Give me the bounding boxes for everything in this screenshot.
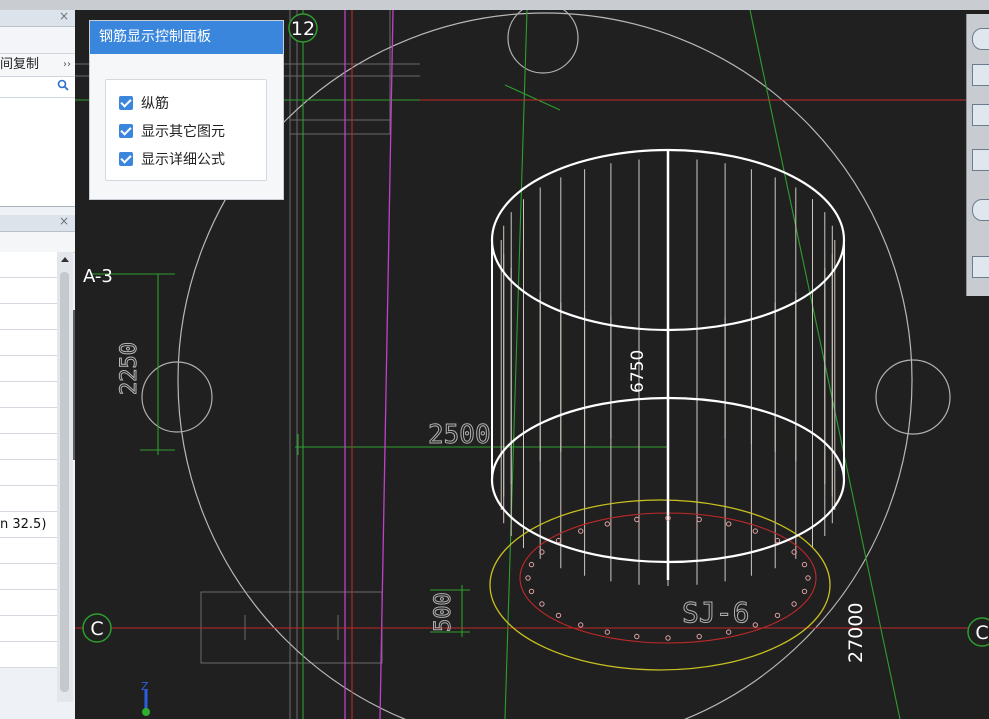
rotate-icon[interactable] (972, 199, 989, 221)
property-row[interactable] (0, 408, 57, 434)
property-row[interactable] (0, 538, 57, 564)
layer-panel-icon[interactable] (972, 256, 989, 278)
view-iso-icon[interactable] (972, 149, 989, 171)
property-row[interactable] (0, 304, 57, 330)
property-row[interactable] (0, 564, 57, 590)
pane2-header: × (0, 214, 75, 232)
pane1-close-button[interactable]: × (59, 10, 69, 23)
property-row[interactable] (0, 642, 57, 668)
properties-scrollbar[interactable] (57, 252, 73, 702)
property-row[interactable] (0, 356, 57, 382)
checkbox-checked-icon[interactable] (119, 152, 133, 166)
svg-text:C: C (90, 618, 103, 640)
axis-bubble-12[interactable]: 12 (288, 13, 318, 43)
pane2-close-button[interactable]: × (59, 214, 69, 228)
svg-text:C: C (975, 622, 988, 644)
dim-6750: 6750 (628, 350, 648, 393)
left-dock-panel: × 间复制 ›› × n 32.5) (0, 10, 76, 719)
copy-label: 间复制 (0, 57, 40, 72)
property-row[interactable] (0, 616, 57, 642)
checkbox-checked-icon[interactable] (119, 96, 133, 110)
checkbox-checked-icon[interactable] (119, 124, 133, 138)
rebar-display-control-panel: 钢筋显示控制面板 纵筋 显示其它图元 显示详细公式 (89, 20, 284, 200)
properties-grid: n 32.5) (0, 252, 57, 668)
orbit-sphere-icon[interactable] (972, 28, 989, 50)
pane1-toolbar (0, 27, 75, 54)
option-label: 显示其它图元 (141, 124, 225, 140)
component-list[interactable] (0, 98, 75, 207)
control-panel-options: 纵筋 显示其它图元 显示详细公式 (105, 79, 267, 181)
svg-text:A-3: A-3 (83, 266, 113, 287)
component-label-sj6: SJ-6 (682, 596, 749, 629)
view-front-icon[interactable] (972, 104, 989, 126)
dim-2250: 2250 (117, 342, 142, 395)
scroll-thumb[interactable] (60, 272, 69, 692)
property-row[interactable] (0, 590, 57, 616)
dim-27000: 27000 (845, 603, 867, 663)
property-row[interactable] (0, 382, 57, 408)
axis-bubble-c-right[interactable]: C (967, 617, 989, 647)
component-search-input[interactable] (0, 77, 75, 98)
dim-2500: 2500 (428, 420, 491, 450)
option-show-detailed-formula[interactable]: 显示详细公式 (119, 149, 225, 169)
axis-bubble-a3[interactable]: A-3 (83, 266, 113, 287)
search-icon[interactable] (57, 79, 69, 91)
option-label: 显示详细公式 (141, 152, 225, 168)
property-row[interactable] (0, 278, 57, 304)
property-row[interactable] (0, 252, 57, 278)
more-chevron-icon[interactable]: ›› (63, 54, 71, 76)
option-longitudinal-bars[interactable]: 纵筋 (119, 93, 169, 113)
control-panel-title[interactable]: 钢筋显示控制面板 (90, 21, 283, 54)
option-label: 纵筋 (141, 96, 169, 112)
properties-grid-header (0, 232, 75, 253)
property-row[interactable]: n 32.5) (0, 512, 57, 538)
view-top-icon[interactable] (972, 64, 989, 86)
axis-bubble-c-left[interactable]: C (82, 613, 112, 643)
option-show-other-elements[interactable]: 显示其它图元 (119, 121, 225, 141)
property-row[interactable] (0, 434, 57, 460)
svg-text:Z: Z (141, 680, 149, 693)
copy-between-floors-button[interactable]: 间复制 ›› (0, 54, 75, 77)
svg-text:12: 12 (291, 18, 315, 40)
property-row[interactable] (0, 460, 57, 486)
properties-pane: × n 32.5) (0, 214, 75, 719)
property-row[interactable] (0, 330, 57, 356)
view-toolbar (966, 14, 989, 296)
property-row[interactable] (0, 486, 57, 512)
pane1-header: × (0, 10, 75, 27)
scroll-up-arrow-icon[interactable] (61, 257, 69, 262)
dim-500: 500 (431, 592, 456, 632)
